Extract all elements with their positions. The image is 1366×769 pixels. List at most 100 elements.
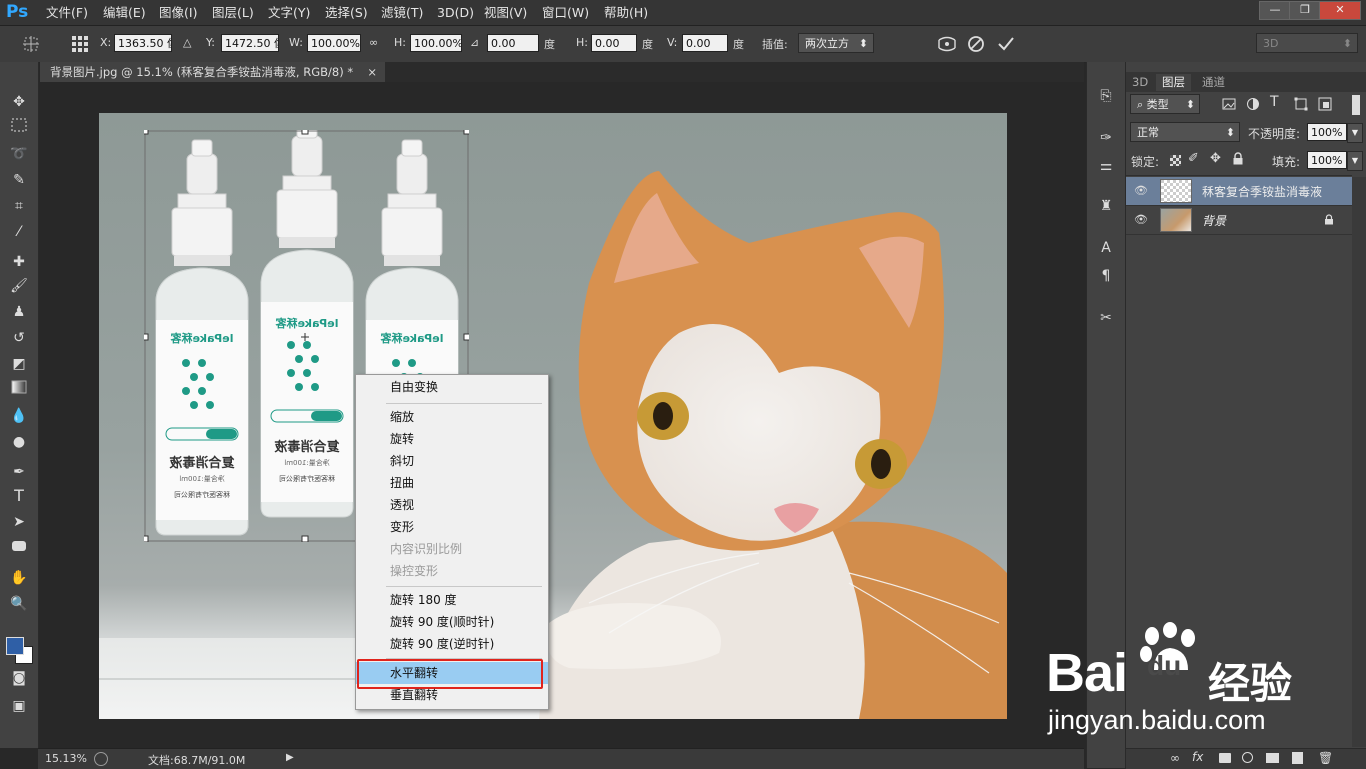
context-menu-item[interactable]: 变形 bbox=[356, 516, 548, 538]
marquee-tool-icon[interactable] bbox=[9, 118, 29, 138]
screen-mode-icon[interactable]: ▣ bbox=[9, 696, 29, 716]
reference-point-icon[interactable] bbox=[70, 34, 90, 54]
commit-transform-icon[interactable] bbox=[996, 34, 1016, 54]
quick-selection-tool-icon[interactable]: ✎ bbox=[9, 170, 29, 190]
zoom-level[interactable]: 15.13% bbox=[45, 752, 87, 765]
menu-item[interactable]: 视图(V) bbox=[484, 0, 527, 25]
quick-mask-icon[interactable]: ◙ bbox=[9, 668, 29, 688]
clone-source-icon[interactable]: ♜ bbox=[1096, 196, 1116, 216]
tool-presets-icon[interactable]: ✂ bbox=[1096, 308, 1116, 328]
menu-item[interactable]: 图层(L) bbox=[212, 0, 254, 25]
hand-tool-icon[interactable]: ✋ bbox=[9, 568, 29, 588]
document-tab[interactable]: 背景图片.jpg @ 15.1% (秝客复合季铵盐消毒液, RGB/8) * × bbox=[40, 62, 385, 82]
panel-tab[interactable]: 通道 bbox=[1196, 74, 1231, 91]
height-field[interactable]: 100.00% bbox=[410, 34, 462, 52]
layers-scrollbar[interactable] bbox=[1352, 177, 1366, 747]
context-menu-item[interactable]: 垂直翻转 bbox=[356, 684, 548, 706]
move-tool-icon[interactable]: ✥ bbox=[9, 92, 29, 112]
menu-item[interactable]: 帮助(H) bbox=[604, 0, 648, 25]
3d-mode-select[interactable]: 3D ⬍ bbox=[1256, 33, 1358, 53]
character-panel-icon[interactable]: A bbox=[1096, 238, 1116, 258]
document-canvas[interactable]: lePake秝客 lePake秝客 lePake秝客 复合消毒液 复合消毒液 复… bbox=[99, 113, 1007, 719]
filter-smart-object-icon[interactable] bbox=[1318, 97, 1332, 111]
restore-button[interactable]: ❐ bbox=[1289, 1, 1321, 20]
brush-tool-icon[interactable]: 🖌 bbox=[9, 276, 29, 296]
gradient-tool-icon[interactable] bbox=[9, 380, 29, 400]
opacity-field[interactable]: 100% bbox=[1307, 123, 1347, 141]
width-field[interactable]: 100.00% bbox=[307, 34, 361, 52]
blend-mode-select[interactable]: 正常 ⬍ bbox=[1130, 122, 1240, 142]
interpolation-select[interactable]: 两次立方 ⬍ bbox=[798, 33, 874, 53]
visibility-eye-icon[interactable]: 👁 bbox=[1134, 213, 1148, 227]
panel-tab[interactable]: 图层 bbox=[1156, 74, 1191, 91]
menu-item[interactable]: 编辑(E) bbox=[103, 0, 146, 25]
eyedropper-tool-icon[interactable]: ⁄ bbox=[9, 222, 29, 242]
new-layer-icon[interactable] bbox=[1292, 752, 1303, 764]
move-transform-icon[interactable] bbox=[22, 35, 40, 53]
panel-tab[interactable]: 3D bbox=[1126, 74, 1154, 91]
menu-item[interactable]: 选择(S) bbox=[325, 0, 368, 25]
trash-icon[interactable]: 🗑 bbox=[1318, 751, 1333, 765]
menu-item[interactable]: 滤镜(T) bbox=[381, 0, 423, 25]
history-panel-icon[interactable]: ⎘ bbox=[1096, 86, 1116, 106]
folder-icon[interactable] bbox=[1266, 753, 1279, 763]
lock-position-icon[interactable]: ✥ bbox=[1210, 151, 1221, 166]
crop-tool-icon[interactable]: ⌗ bbox=[9, 196, 29, 216]
pen-tool-icon[interactable]: ✒ bbox=[9, 462, 29, 482]
status-menu-arrow[interactable]: ▶ bbox=[286, 752, 294, 763]
eraser-tool-icon[interactable]: ◩ bbox=[9, 354, 29, 374]
clone-stamp-tool-icon[interactable]: ♟ bbox=[9, 302, 29, 322]
fill-dropdown-arrow[interactable]: ▼ bbox=[1347, 151, 1363, 171]
brush-presets-icon[interactable]: ⚌ bbox=[1096, 156, 1116, 176]
fx-icon[interactable]: fx bbox=[1192, 750, 1203, 764]
lock-all-icon[interactable] bbox=[1232, 152, 1244, 165]
cancel-transform-icon[interactable] bbox=[966, 34, 986, 54]
blur-tool-icon[interactable]: 💧 bbox=[9, 406, 29, 426]
context-menu-item[interactable]: 扭曲 bbox=[356, 472, 548, 494]
filter-type-icon[interactable]: T bbox=[1270, 94, 1279, 110]
menu-item[interactable]: 文件(F) bbox=[46, 0, 88, 25]
visibility-eye-icon[interactable]: 👁 bbox=[1134, 184, 1148, 198]
vskew-field[interactable]: 0.00 bbox=[682, 34, 728, 52]
context-menu-item[interactable]: 旋转 bbox=[356, 428, 548, 450]
menu-item[interactable]: 图像(I) bbox=[159, 0, 197, 25]
context-menu-item[interactable]: 旋转 180 度 bbox=[356, 589, 548, 611]
context-menu-item[interactable]: 旋转 90 度(顺时针) bbox=[356, 611, 548, 633]
link-icon[interactable]: ∞ bbox=[1170, 751, 1180, 765]
layer-row-background[interactable]: 👁 背景 bbox=[1126, 206, 1352, 235]
lock-image-icon[interactable]: ✐ bbox=[1188, 151, 1199, 166]
dodge-tool-icon[interactable]: ● bbox=[9, 432, 29, 452]
healing-brush-tool-icon[interactable]: ✚ bbox=[9, 252, 29, 272]
context-menu-item[interactable]: 透视 bbox=[356, 494, 548, 516]
x-position-field[interactable]: 1363.50 像 bbox=[114, 34, 172, 52]
minimize-button[interactable]: — bbox=[1259, 1, 1291, 20]
rotation-field[interactable]: 0.00 bbox=[487, 34, 539, 52]
zoom-tool-icon[interactable]: 🔍 bbox=[9, 594, 29, 614]
close-tab-icon[interactable]: × bbox=[367, 62, 377, 82]
menu-item[interactable]: 文字(Y) bbox=[268, 0, 310, 25]
context-menu-item[interactable]: 旋转 90 度(逆时针) bbox=[356, 633, 548, 655]
fill-field[interactable]: 100% bbox=[1307, 151, 1347, 169]
close-window-button[interactable]: ✕ bbox=[1319, 1, 1361, 20]
opacity-dropdown-arrow[interactable]: ▼ bbox=[1347, 123, 1363, 143]
layer-filter-select[interactable]: ⌕ 类型 ⬍ bbox=[1130, 94, 1200, 114]
path-selection-tool-icon[interactable]: ➤ bbox=[9, 512, 29, 532]
type-tool-icon[interactable]: T bbox=[9, 486, 29, 506]
link-icon[interactable]: ∞ bbox=[369, 36, 378, 49]
paragraph-panel-icon[interactable]: ¶ bbox=[1096, 266, 1116, 286]
status-info-icon[interactable] bbox=[94, 752, 108, 766]
history-brush-tool-icon[interactable]: ↺ bbox=[9, 328, 29, 348]
layer-row-product[interactable]: 👁 秝客复合季铵盐消毒液 bbox=[1126, 177, 1352, 206]
y-position-field[interactable]: 1472.50 像 bbox=[221, 34, 279, 52]
menu-item[interactable]: 窗口(W) bbox=[542, 0, 589, 25]
color-swatches[interactable] bbox=[5, 632, 35, 666]
mask-icon[interactable] bbox=[1219, 753, 1231, 763]
shape-tool-icon[interactable] bbox=[9, 538, 29, 558]
adjustment-icon[interactable] bbox=[1242, 752, 1253, 763]
lock-transparent-icon[interactable] bbox=[1170, 155, 1181, 166]
warp-mode-icon[interactable] bbox=[936, 34, 958, 54]
menu-item[interactable]: 3D(D) bbox=[437, 0, 474, 25]
filter-adjustment-icon[interactable] bbox=[1246, 97, 1260, 111]
context-menu-item[interactable]: 斜切 bbox=[356, 450, 548, 472]
lasso-tool-icon[interactable]: ➰ bbox=[9, 144, 29, 164]
